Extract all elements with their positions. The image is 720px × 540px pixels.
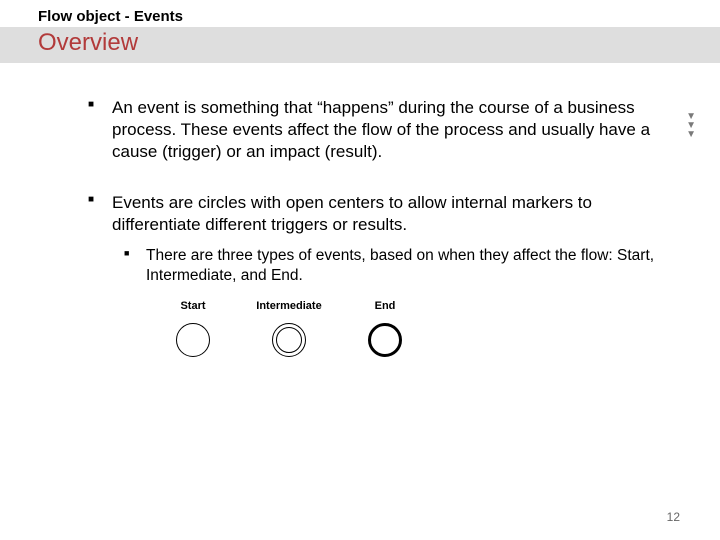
diagram-col-start: Start [154,299,232,357]
diagram-col-intermediate: Intermediate [250,299,328,357]
page-number: 12 [667,510,680,524]
bullet-list: An event is something that “happens” dur… [74,97,660,357]
slide-body: An event is something that “happens” dur… [0,63,720,357]
slide: Flow object - Events Overview ▼▼▼ An eve… [0,0,720,540]
sub-bullet-list: There are three types of events, based o… [112,246,660,358]
slide-header: Flow object - Events Overview [0,0,720,63]
intermediate-event-icon [272,323,306,357]
diagram-col-end: End [346,299,424,357]
slide-title: Overview [38,29,720,57]
start-event-icon [176,323,210,357]
end-event-icon [368,323,402,357]
supertitle: Flow object - Events [0,8,720,27]
title-bar: Overview [0,27,720,63]
collapse-arrows-icon: ▼▼▼ [686,112,696,139]
sub-bullet-1-text: There are three types of events, based o… [146,247,654,284]
diagram-label-start: Start [180,299,205,313]
diagram-label-intermediate: Intermediate [256,299,321,313]
sub-bullet-1: There are three types of events, based o… [112,246,660,358]
bullet-1-text: An event is something that “happens” dur… [112,98,650,161]
bullet-1: An event is something that “happens” dur… [74,97,660,162]
bullet-2: Events are circles with open centers to … [74,192,660,357]
bullet-2-text: Events are circles with open centers to … [112,193,592,234]
diagram-label-end: End [375,299,396,313]
event-types-diagram: Start Intermediate End [146,299,660,357]
